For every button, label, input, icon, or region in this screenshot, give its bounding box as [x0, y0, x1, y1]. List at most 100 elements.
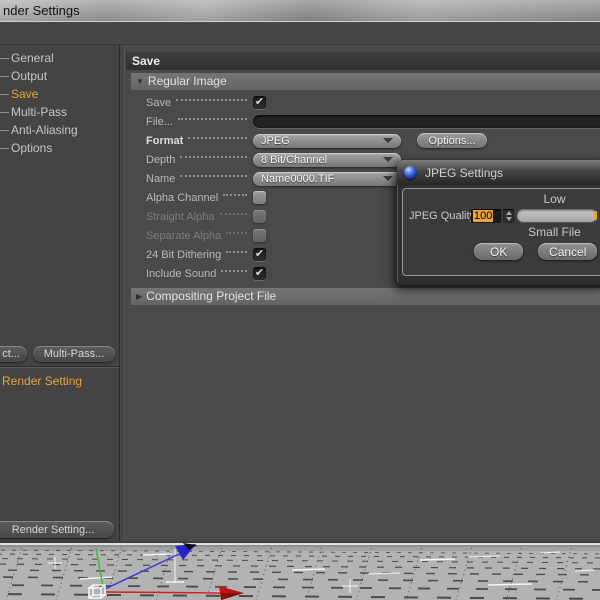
sidebar-item-label: Options: [11, 141, 53, 155]
render-setting-preset[interactable]: Render Setting: [2, 374, 82, 388]
tree-connector: [0, 111, 9, 113]
effect-button[interactable]: ct...: [0, 346, 27, 362]
check-icon: ✔: [254, 96, 265, 108]
section-expanded-icon: ▼: [136, 77, 144, 86]
name-format-dropdown[interactable]: Name0000.TIF: [253, 171, 401, 186]
check-icon: ✔: [254, 248, 265, 260]
separate-alpha-label: Separate Alpha: [146, 229, 222, 242]
sidebar-item-anti-aliasing[interactable]: Anti-Aliasing: [0, 121, 119, 139]
separate-alpha-checkbox: [253, 229, 266, 242]
jpeg-quality-slider[interactable]: [517, 209, 597, 222]
spinner-down-icon: [505, 216, 512, 221]
sidebar-separator: [0, 366, 119, 368]
viewport-3d[interactable]: [0, 541, 600, 600]
panel-header: Save: [126, 52, 600, 70]
quality-spinner[interactable]: [503, 208, 514, 223]
sidebar-item-label: General: [11, 51, 54, 65]
jpeg-quality-input[interactable]: 100: [471, 208, 501, 223]
sidebar-item-label: Save: [11, 87, 39, 101]
regular-image-section-label: Regular Image: [147, 74, 227, 88]
dotted-leader: [223, 193, 247, 196]
name-format-value: Name0000.TIF: [261, 172, 335, 185]
sidebar-item-save[interactable]: Save: [0, 85, 119, 103]
section-collapsed-icon: ▶: [136, 292, 143, 301]
slider-handle[interactable]: [594, 211, 597, 220]
alpha-channel-checkbox[interactable]: [253, 191, 266, 204]
sidebar-item-multi-pass[interactable]: Multi-Pass: [0, 103, 119, 121]
sidebar-item-options[interactable]: Options: [0, 139, 119, 157]
dithering-checkbox[interactable]: ✔: [253, 248, 266, 261]
sidebar-divider[interactable]: [119, 45, 125, 541]
jpeg-settings-dialog: JPEG Settings Low JPEG Quality 100 Small…: [397, 160, 600, 285]
new-render-setting-button-label: Render Setting...: [11, 523, 95, 536]
jpeg-quality-value: 100: [473, 209, 494, 222]
cancel-button-label: Cancel: [549, 244, 587, 259]
row-save: Save ✔: [126, 93, 600, 112]
row-file: File...: [126, 112, 600, 131]
ok-button[interactable]: OK: [474, 243, 524, 260]
render-setting-preset-label: Render Setting: [2, 374, 83, 388]
dotted-leader: [226, 250, 247, 253]
dotted-leader: [176, 98, 247, 101]
tree-connector: [0, 93, 9, 95]
dotted-leader: [221, 269, 247, 272]
format-label: Format: [146, 134, 184, 147]
format-value: JPEG: [261, 134, 290, 147]
dotted-leader: [180, 174, 247, 177]
effect-button-label: ct...: [2, 348, 20, 360]
dotted-leader: [180, 155, 247, 158]
include-sound-label: Include Sound: [146, 267, 217, 280]
sidebar-item-label: Anti-Aliasing: [11, 123, 78, 137]
save-settings-panel: Save ▼ Regular Image Save ✔ File... Form…: [126, 45, 600, 541]
chevron-down-icon: [383, 157, 393, 162]
save-label: Save: [146, 96, 172, 109]
straight-alpha-checkbox: [253, 210, 266, 223]
jpeg-quality-label: JPEG Quality: [409, 209, 476, 222]
tree-connector: [0, 57, 9, 59]
settings-sidebar: General Output Save Multi-Pass Anti-Alia…: [0, 45, 119, 541]
file-label: File...: [146, 115, 173, 128]
format-options-button[interactable]: Options...: [417, 133, 487, 148]
jpeg-dialog-title: JPEG Settings: [425, 165, 504, 180]
spinner-up-icon: [505, 210, 512, 215]
jpeg-dialog-body: Low JPEG Quality 100 Small File OK Cance…: [402, 188, 600, 276]
straight-alpha-label: Straight Alpha: [146, 210, 215, 223]
settings-tree: General Output Save Multi-Pass Anti-Alia…: [0, 49, 119, 157]
cancel-button[interactable]: Cancel: [538, 243, 597, 260]
quality-scale-bottom-label: Small File: [528, 225, 581, 239]
viewport-top-edge: [0, 545, 600, 547]
chevron-down-icon: [383, 176, 393, 181]
new-render-setting-button[interactable]: Render Setting...: [0, 521, 114, 538]
compositing-project-section[interactable]: ▶ Compositing Project File: [131, 288, 600, 305]
sidebar-item-general[interactable]: General: [0, 49, 119, 67]
check-icon: ✔: [254, 267, 265, 279]
sidebar-item-output[interactable]: Output: [0, 67, 119, 85]
include-sound-checkbox[interactable]: ✔: [253, 267, 266, 280]
ok-button-label: OK: [490, 244, 508, 259]
format-dropdown[interactable]: JPEG: [253, 133, 401, 148]
x-axis-red: [105, 591, 222, 594]
depth-value: 8 Bit/Channel: [261, 153, 328, 166]
app-orb-icon: [404, 166, 417, 179]
sidebar-item-label: Multi-Pass: [11, 105, 68, 119]
alpha-channel-label: Alpha Channel: [146, 191, 219, 204]
viewport-top-shadow: [0, 541, 600, 543]
render-settings-window: nder Settings General Output Save Multi-…: [0, 0, 600, 600]
viewport-top-highlight: [0, 543, 600, 545]
regular-image-section[interactable]: ▼ Regular Image: [131, 73, 600, 90]
panel-header-label: Save: [132, 54, 161, 68]
quality-scale-top-label: Low: [543, 192, 566, 206]
window-titlebar[interactable]: nder Settings: [0, 0, 600, 22]
name-label: Name: [146, 172, 176, 185]
depth-label: Depth: [146, 153, 176, 166]
jpeg-dialog-titlebar[interactable]: JPEG Settings: [397, 160, 600, 185]
dotted-leader: [177, 117, 247, 120]
depth-dropdown[interactable]: 8 Bit/Channel: [253, 152, 401, 167]
file-path-input[interactable]: [253, 115, 600, 128]
dotted-leader: [219, 212, 247, 215]
multi-pass-button[interactable]: Multi-Pass...: [33, 346, 115, 362]
compositing-project-section-label: Compositing Project File: [146, 289, 277, 303]
tree-connector: [0, 75, 9, 77]
save-checkbox[interactable]: ✔: [253, 96, 266, 109]
dithering-label: 24 Bit Dithering: [146, 248, 222, 261]
